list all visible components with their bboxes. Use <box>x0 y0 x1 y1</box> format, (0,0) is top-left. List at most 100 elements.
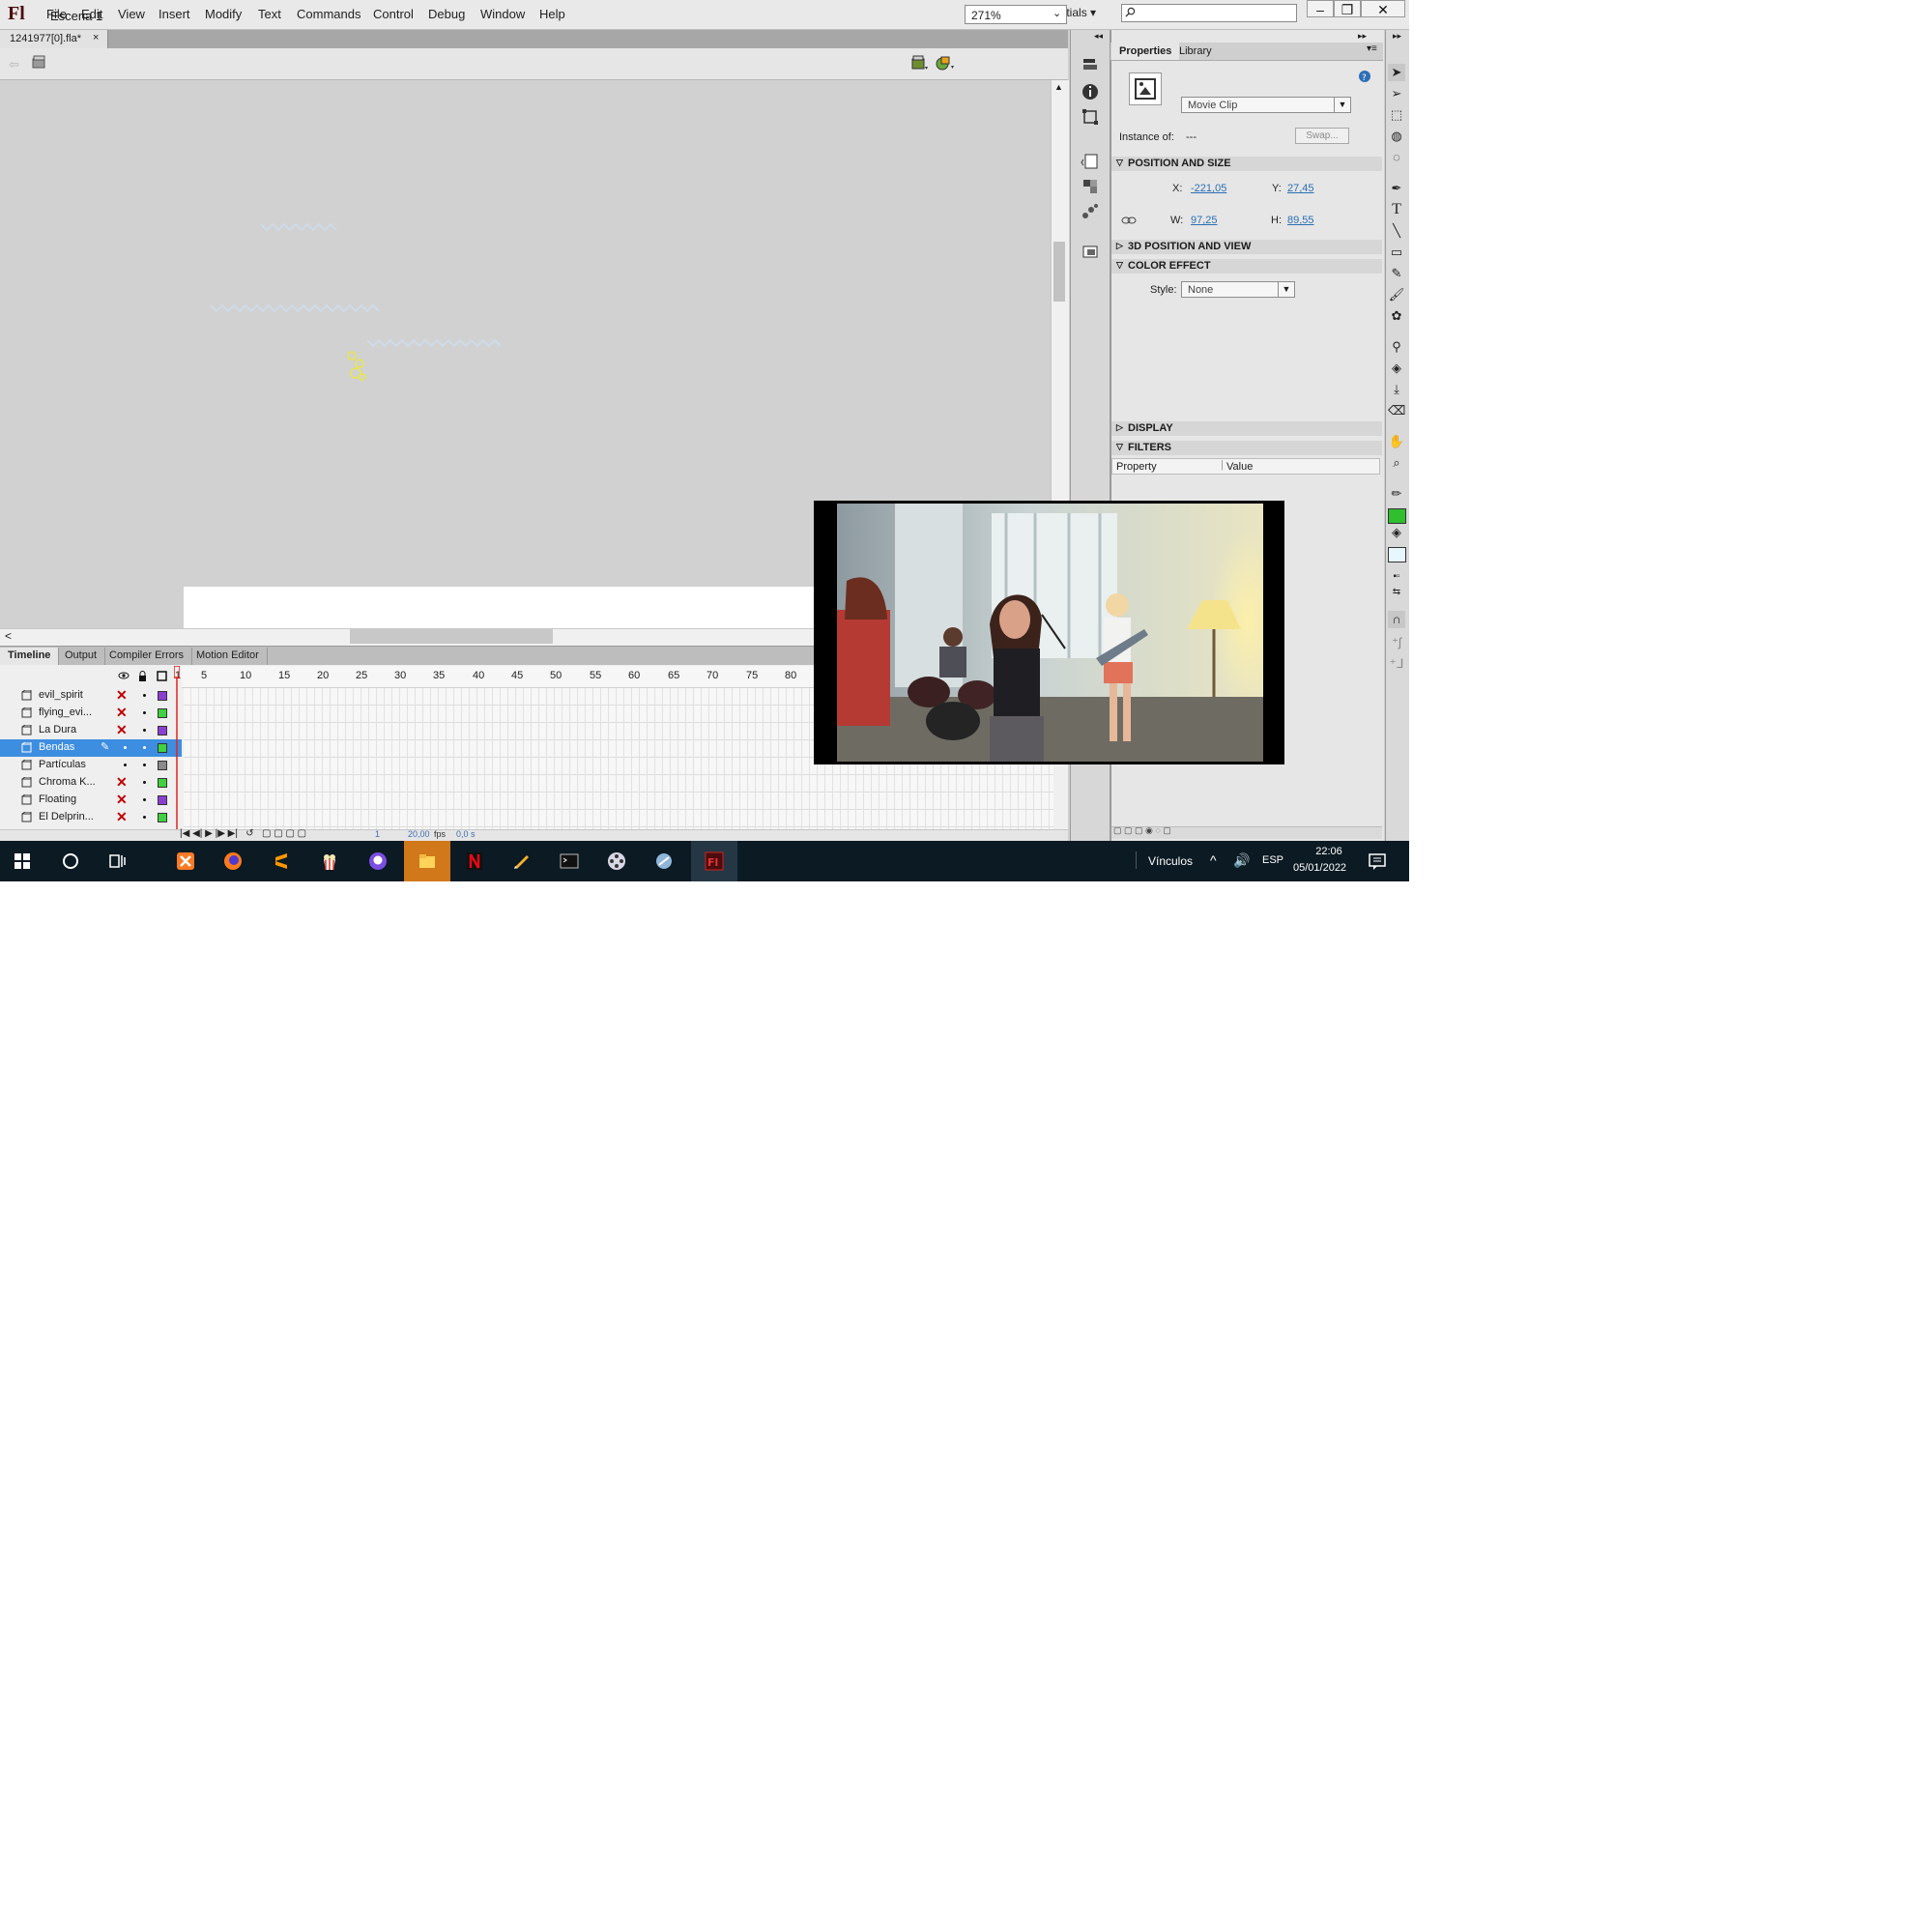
hidden-x-icon[interactable]: ✕ <box>116 722 128 738</box>
menu-control[interactable]: Control <box>373 7 414 21</box>
lasso-tool-icon[interactable]: ◌ <box>1388 149 1405 166</box>
playhead[interactable] <box>174 666 180 830</box>
layer-row[interactable]: Chroma K... ✕ <box>0 774 182 792</box>
fill-color-swatch[interactable] <box>1388 547 1406 562</box>
windows-start-icon[interactable] <box>12 851 33 872</box>
style-select[interactable]: None ▼ <box>1181 281 1295 298</box>
edit-scene-icon[interactable] <box>910 55 930 72</box>
menu-modify[interactable]: Modify <box>205 7 242 21</box>
bone-tool-icon[interactable]: ⚲ <box>1388 338 1405 356</box>
transform-panel-icon[interactable] <box>1080 106 1101 128</box>
visible-dot-icon[interactable] <box>124 764 127 766</box>
free-transform-tool-icon[interactable]: ⬚ <box>1388 106 1405 124</box>
eraser-tool-icon[interactable]: ⌫ <box>1388 402 1405 419</box>
rectangle-tool-icon[interactable]: ▭ <box>1388 244 1405 261</box>
stage-canvas[interactable] <box>184 587 860 629</box>
netflix-icon[interactable] <box>464 851 485 872</box>
lock-dot-icon[interactable] <box>143 781 146 784</box>
menu-view[interactable]: View <box>118 7 145 21</box>
h-value[interactable]: 89,55 <box>1287 215 1314 226</box>
tab-library[interactable]: Library <box>1171 43 1220 60</box>
layer-outline-color-swatch[interactable] <box>158 813 167 822</box>
task-view-icon[interactable] <box>106 851 128 872</box>
tab-timeline[interactable]: Timeline <box>0 648 60 665</box>
document-tab[interactable]: 1241977[0].fla* × <box>0 30 108 48</box>
tab-output[interactable]: Output <box>57 648 106 665</box>
close-button[interactable]: ✕ <box>1361 0 1405 17</box>
pen-tool-icon[interactable]: ✒ <box>1388 180 1405 197</box>
menu-window[interactable]: Window <box>480 7 525 21</box>
playback-controls[interactable]: |◀ ◀| ▶ |▶ ▶| ↺ ▢ ▢ ▢ ▢ <box>180 828 306 839</box>
visible-dot-icon[interactable] <box>124 746 127 749</box>
menu-text[interactable]: Text <box>258 7 281 21</box>
hidden-x-icon[interactable]: ✕ <box>116 774 128 791</box>
section-filters[interactable]: ▽ FILTERS <box>1111 441 1382 455</box>
xampp-icon[interactable] <box>175 851 196 872</box>
code-snippets-icon[interactable] <box>1080 151 1101 172</box>
toolbar-label[interactable]: Vínculos <box>1148 854 1193 868</box>
firefox-icon[interactable] <box>222 851 244 872</box>
scroll-up-icon[interactable]: ▲ <box>1054 82 1063 92</box>
info-panel-icon[interactable] <box>1080 81 1101 102</box>
hidden-x-icon[interactable]: ✕ <box>116 687 128 704</box>
layer-outline-color-swatch[interactable] <box>158 691 167 701</box>
eyedropper-tool-icon[interactable]: ⤓ <box>1388 381 1405 398</box>
edit-symbols-icon[interactable] <box>936 54 957 72</box>
section-display[interactable]: ▷ DISPLAY <box>1111 421 1382 436</box>
popcorn-icon[interactable] <box>319 851 340 872</box>
sublime-text-icon[interactable] <box>271 851 292 872</box>
hidden-x-icon[interactable]: ✕ <box>116 809 128 825</box>
menu-insert[interactable]: Insert <box>159 7 190 21</box>
collapse-icon[interactable]: ◂◂ <box>1094 31 1103 42</box>
tab-compiler-errors[interactable]: Compiler Errors <box>101 648 193 665</box>
current-frame[interactable]: 1 <box>375 829 380 839</box>
align-panel-icon[interactable] <box>1080 54 1101 75</box>
link-dimensions-icon[interactable] <box>1121 215 1137 226</box>
selection-tool-icon[interactable]: ➤ <box>1388 64 1405 81</box>
straighten-icon[interactable]: ⁺ᒧ <box>1388 655 1405 673</box>
cortana-icon[interactable] <box>60 851 81 872</box>
section-position-size[interactable]: ▽ POSITION AND SIZE <box>1111 157 1382 171</box>
menu-commands[interactable]: Commands <box>297 7 360 21</box>
layer-row[interactable]: Partículas <box>0 757 182 774</box>
fill-color-icon[interactable]: ◈ <box>1388 524 1405 541</box>
lock-dot-icon[interactable] <box>143 746 146 749</box>
hand-tool-icon[interactable]: ✋ <box>1388 433 1405 450</box>
expand-tools-icon[interactable]: ▸▸ <box>1393 31 1401 42</box>
menu-help[interactable]: Help <box>539 7 565 21</box>
lock-dot-icon[interactable] <box>143 798 146 801</box>
menu-debug[interactable]: Debug <box>428 7 465 21</box>
project-panel-icon[interactable] <box>1080 240 1101 261</box>
add-filter-icon[interactable]: ▢ ▢ ▢ ◉ ◌ ▢ <box>1113 825 1171 836</box>
zoom-select[interactable]: 271% ⌄ <box>965 5 1067 24</box>
paint-bucket-tool-icon[interactable]: ◈ <box>1388 360 1405 377</box>
close-tab-icon[interactable]: × <box>93 32 99 43</box>
lock-dot-icon[interactable] <box>143 816 146 819</box>
notifications-icon[interactable] <box>1367 851 1388 872</box>
motion-presets-icon[interactable] <box>1080 201 1101 222</box>
restore-button[interactable]: ❐ <box>1334 0 1361 17</box>
line-tool-icon[interactable]: ╲ <box>1388 222 1405 240</box>
github-icon[interactable] <box>367 851 389 872</box>
lock-dot-icon[interactable] <box>143 694 146 697</box>
clock-time[interactable]: 22:06 <box>1310 846 1348 857</box>
tab-properties[interactable]: Properties <box>1111 43 1180 60</box>
y-value[interactable]: 27,45 <box>1287 183 1314 194</box>
terminal-icon[interactable] <box>559 851 580 872</box>
pen-tablet-icon[interactable] <box>511 851 533 872</box>
search-input[interactable] <box>1121 4 1297 22</box>
x-value[interactable]: -221,05 <box>1191 183 1226 194</box>
section-3d-position[interactable]: ▷ 3D POSITION AND VIEW <box>1111 240 1382 254</box>
brush-tool-icon[interactable]: 🖌 <box>1388 286 1405 303</box>
layer-outline-color-swatch[interactable] <box>158 761 167 770</box>
subselection-tool-icon[interactable]: ➢ <box>1388 85 1405 102</box>
frame-rate[interactable]: 20,00 <box>408 829 430 839</box>
language-indicator[interactable]: ESP <box>1262 854 1283 866</box>
tab-motion-editor[interactable]: Motion Editor <box>188 648 268 665</box>
smooth-icon[interactable]: ⁺ʃ <box>1388 634 1405 651</box>
swap-colors-icon[interactable]: ⇆ <box>1388 584 1405 601</box>
scroll-left-icon[interactable]: < <box>5 629 12 643</box>
layer-outline-color-swatch[interactable] <box>158 795 167 805</box>
lock-dot-icon[interactable] <box>143 729 146 732</box>
clock-date[interactable]: 05/01/2022 <box>1293 862 1346 874</box>
